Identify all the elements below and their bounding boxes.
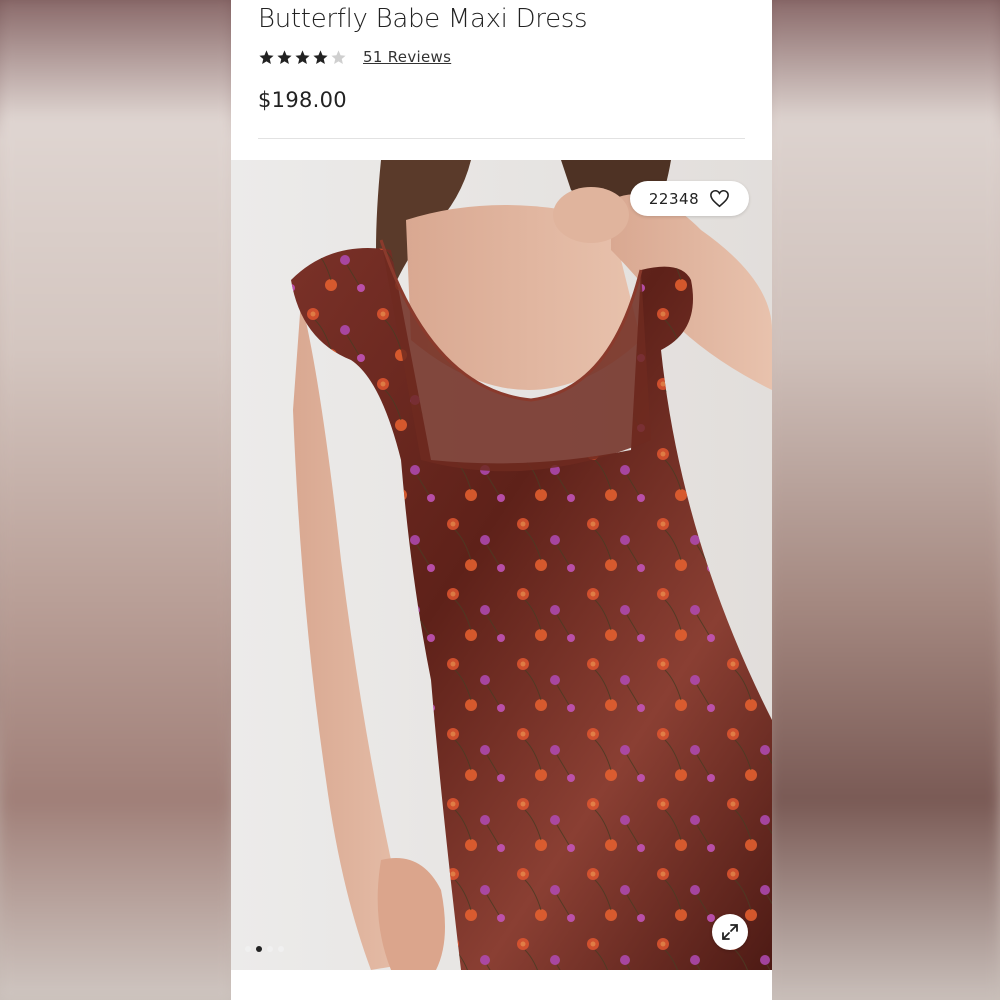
carousel-dot[interactable]: [278, 946, 284, 952]
expand-button[interactable]: [712, 914, 748, 950]
product-photo: [231, 160, 772, 970]
background-blur-right: [768, 0, 1000, 1000]
star-icon: [259, 49, 274, 64]
heart-icon: [710, 189, 730, 208]
star-empty-icon: [331, 49, 346, 64]
reviews-link[interactable]: 51 Reviews: [363, 48, 451, 66]
product-card: Butterfly Babe Maxi Dress 51 Reviews $19…: [231, 0, 772, 1000]
like-button[interactable]: 22348: [630, 181, 749, 216]
star-rating: [258, 49, 347, 66]
product-image[interactable]: [231, 160, 772, 970]
star-icon: [277, 49, 292, 64]
rating-row: 51 Reviews: [258, 46, 451, 68]
product-title: Butterfly Babe Maxi Dress: [258, 4, 588, 34]
star-icon: [313, 49, 328, 64]
carousel-dot-active[interactable]: [256, 946, 262, 952]
carousel-dots: [245, 946, 284, 952]
star-icon: [295, 49, 310, 64]
expand-icon: [722, 924, 738, 940]
carousel-dot[interactable]: [267, 946, 273, 952]
carousel-dot[interactable]: [245, 946, 251, 952]
background-blur-left: [0, 0, 232, 1000]
like-count: 22348: [648, 189, 700, 208]
divider: [258, 138, 745, 139]
product-price: $198.00: [258, 88, 347, 112]
bottom-strip: [231, 970, 772, 1000]
